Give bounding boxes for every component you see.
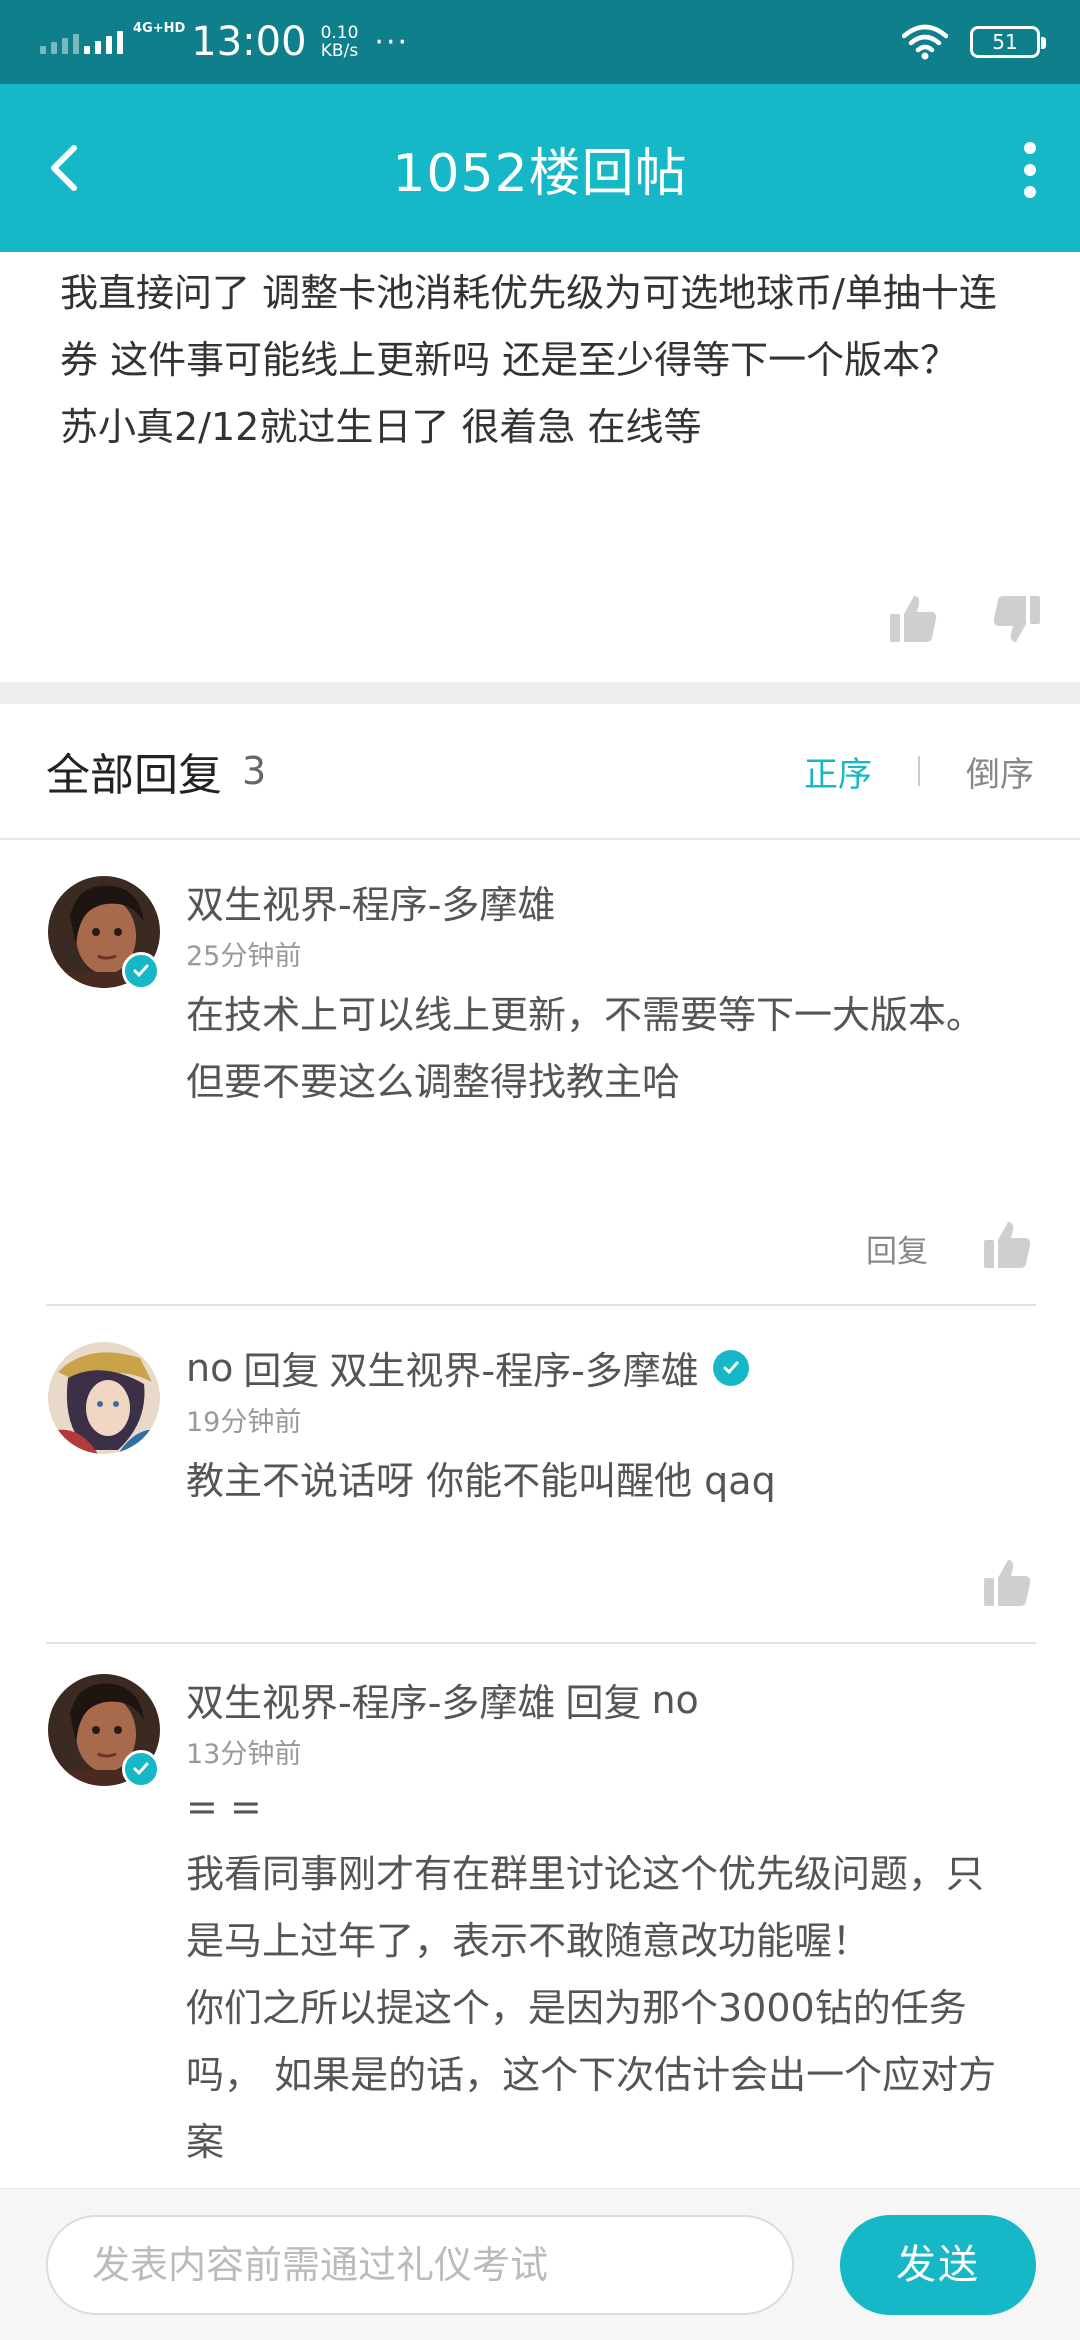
post-content: 我直接问了 调整卡池消耗优先级为可选地球币/单抽十连券 这件事可能线上更新吗 还… bbox=[0, 252, 1080, 682]
sort-toggle: 正序 倒序 bbox=[804, 747, 1034, 796]
status-time: 13:00 bbox=[191, 19, 307, 65]
reply-time: 25分钟前 bbox=[186, 941, 302, 972]
replies-count: 3 bbox=[242, 749, 267, 793]
thumbs-down-icon[interactable] bbox=[990, 592, 1044, 646]
reply-line: = = bbox=[186, 1785, 262, 1829]
send-button[interactable]: 发送 bbox=[840, 2215, 1036, 2315]
section-divider bbox=[0, 682, 1080, 704]
replies-title: 全部回复 bbox=[46, 750, 222, 801]
thumbs-up-icon[interactable] bbox=[980, 1218, 1034, 1272]
post-line: 苏小真2/12就过生日了 很着急 在线等 bbox=[60, 405, 702, 449]
verified-badge-icon bbox=[122, 1750, 160, 1788]
battery-icon: 51 bbox=[970, 26, 1046, 58]
reply-line: 在技术上可以线上更新，不需要等下一大版本。 bbox=[186, 993, 985, 1037]
reply-author[interactable]: no bbox=[186, 1346, 233, 1390]
reply-time: 19分钟前 bbox=[186, 1407, 302, 1438]
sort-descending-button[interactable]: 倒序 bbox=[966, 747, 1034, 796]
reply-author[interactable]: 双生视界-程序-多摩雄 bbox=[186, 874, 555, 929]
reply-button[interactable]: 回复 bbox=[866, 1226, 928, 1271]
signal-strength-icon bbox=[40, 30, 123, 54]
post-line: 我直接问了 调整卡池消耗优先级为可选地球币/单抽十连券 这件事可能线上更新吗 还… bbox=[60, 271, 997, 382]
reply-separator bbox=[46, 1304, 1036, 1306]
reply-author-line: 双生视界-程序-多摩雄 回复 no bbox=[186, 1672, 699, 1727]
reply-text: 在技术上可以线上更新，不需要等下一大版本。 但要不要这么调整得找教主哈 bbox=[186, 982, 1016, 1116]
comment-composer: 发表内容前需通过礼仪考试 发送 bbox=[0, 2188, 1080, 2340]
more-notifications-icon: ··· bbox=[374, 24, 410, 60]
reply-line: 教主不说话呀 你能不能叫醒他 qaq bbox=[186, 1459, 776, 1503]
post-text: 我直接问了 调整卡池消耗优先级为可选地球币/单抽十连券 这件事可能线上更新吗 还… bbox=[60, 260, 1020, 461]
status-bar: 4G+HD 13:00 0.10 KB/s ··· 51 bbox=[0, 0, 1080, 84]
replies-header: 全部回复 3 正序 倒序 bbox=[0, 704, 1080, 840]
sort-divider bbox=[918, 756, 920, 786]
reply-line: 你们之所以提这个，是因为那个3000钻的任务吗， 如果是的话，这个下次估计会出一… bbox=[186, 1986, 997, 2164]
reply-time: 13分钟前 bbox=[186, 1739, 302, 1770]
comment-input[interactable]: 发表内容前需通过礼仪考试 bbox=[46, 2215, 794, 2315]
reply-text: = = 我看同事刚才有在群里讨论这个优先级问题，只是马上过年了，表示不敢随意改功… bbox=[186, 1774, 1016, 2176]
reply-word: 回复 bbox=[565, 1681, 642, 1725]
reply-word: 回复 bbox=[243, 1349, 320, 1393]
reply-author[interactable]: 双生视界-程序-多摩雄 bbox=[186, 1672, 555, 1727]
thumbs-up-icon[interactable] bbox=[886, 592, 940, 646]
page-title: 1052楼回帖 bbox=[392, 143, 688, 204]
reply-author-line: no 回复 双生视界-程序-多摩雄 bbox=[186, 1340, 749, 1395]
top-navigation-bar: 1052楼回帖 bbox=[0, 84, 1080, 252]
reply-to-author[interactable]: no bbox=[651, 1678, 698, 1722]
network-type: 4G+HD bbox=[133, 20, 186, 36]
more-options-icon[interactable] bbox=[1020, 142, 1040, 198]
thumbs-up-icon[interactable] bbox=[980, 1556, 1034, 1610]
reply-line: 但要不要这么调整得找教主哈 bbox=[186, 1060, 681, 1104]
reply-text: 教主不说话呀 你能不能叫醒他 qaq bbox=[186, 1448, 1016, 1515]
verified-badge-icon bbox=[712, 1349, 749, 1386]
reply-line: 我看同事刚才有在群里讨论这个优先级问题，只是马上过年了，表示不敢随意改功能喔！ bbox=[186, 1852, 985, 1963]
verified-badge-icon bbox=[122, 952, 160, 990]
reply-to-author[interactable]: 双生视界-程序-多摩雄 bbox=[329, 1340, 698, 1395]
back-arrow-icon[interactable] bbox=[40, 134, 100, 202]
reply-separator bbox=[46, 1642, 1036, 1644]
avatar[interactable] bbox=[48, 1342, 160, 1454]
sort-ascending-button[interactable]: 正序 bbox=[804, 747, 872, 796]
network-speed: 0.10 KB/s bbox=[320, 23, 359, 61]
wifi-icon bbox=[902, 24, 948, 60]
